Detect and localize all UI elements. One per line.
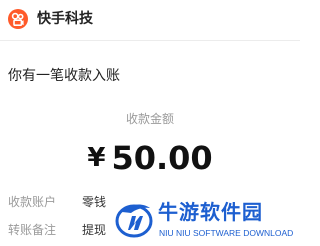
amount-label: 收款金额 [125, 112, 174, 126]
amount-value: 50.00 [111, 139, 213, 177]
app-name: 快手科技 [37, 11, 93, 27]
account-value: 零钱 [82, 195, 107, 209]
account-label: 收款账户 [8, 195, 57, 209]
account-row: 收款账户 零钱 [8, 194, 106, 210]
header: 快手科技 [0, 0, 300, 40]
remark-label: 转账备注 [8, 223, 57, 237]
watermark-title: 牛游软件园 [158, 200, 263, 224]
watermark: 牛游软件园 NIU NIU SOFTWARE DOWNLOAD [112, 198, 300, 244]
amount-display: ¥50.00 [0, 138, 300, 184]
watermark-subtitle: NIU NIU SOFTWARE DOWNLOAD [159, 228, 294, 238]
header-divider [0, 40, 300, 41]
kuaishou-logo-icon [8, 9, 28, 29]
watermark-logo-icon [114, 200, 154, 240]
message-title: 你有一笔收款入账 [8, 68, 120, 84]
remark-value: 提现 [82, 223, 107, 237]
currency-symbol: ¥ [87, 143, 106, 173]
remark-row: 转账备注 提现 [8, 222, 106, 238]
payment-notification-screen: 快手科技 你有一笔收款入账 收款金额 ¥50.00 收款账户 零钱 转账备注 提现 … [0, 0, 300, 246]
